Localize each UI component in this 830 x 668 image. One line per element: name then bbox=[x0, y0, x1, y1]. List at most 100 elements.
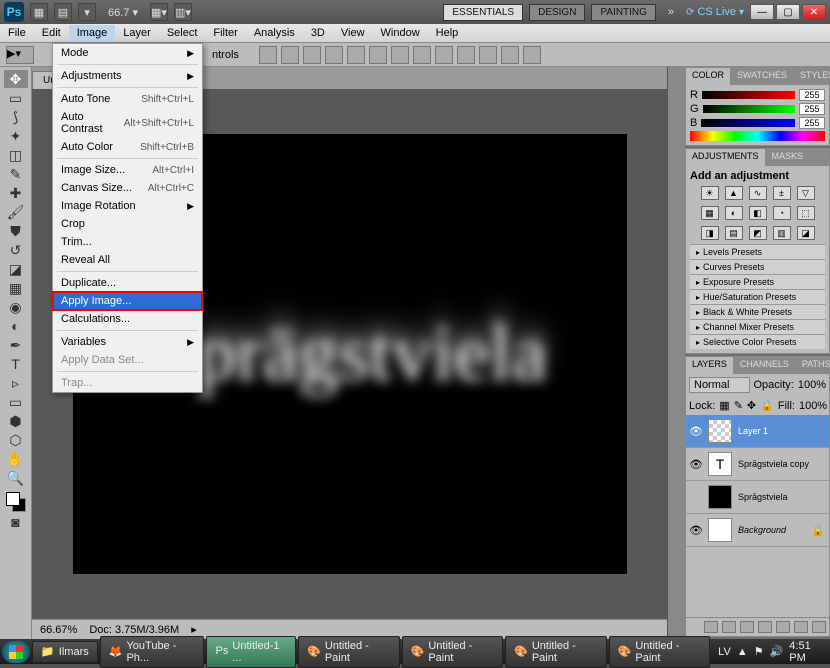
type-tool[interactable]: T bbox=[4, 355, 28, 373]
tab-layers[interactable]: LAYERS bbox=[686, 357, 734, 374]
tab-channels[interactable]: CHANNELS bbox=[734, 357, 796, 374]
status-arrow-icon[interactable]: ▸ bbox=[191, 623, 197, 636]
view-rulers-icon[interactable]: ▦▾ bbox=[150, 3, 168, 21]
menu-select[interactable]: Select bbox=[159, 25, 206, 41]
adj-photo-icon[interactable]: ◔ bbox=[773, 206, 791, 220]
align-top-icon[interactable] bbox=[325, 46, 343, 64]
menu-image-size[interactable]: Image Size...Alt+Ctrl+I bbox=[53, 161, 202, 179]
zoom-level[interactable]: 66.7 ▾ bbox=[102, 6, 144, 19]
opacity-value[interactable]: 100% bbox=[798, 379, 826, 391]
menu-duplicate[interactable]: Duplicate... bbox=[53, 274, 202, 292]
align-bottom-icon[interactable] bbox=[369, 46, 387, 64]
preset-exposure[interactable]: Exposure Presets bbox=[690, 274, 825, 289]
close-button[interactable]: ✕ bbox=[802, 4, 826, 20]
quickmask-tool[interactable]: ◙ bbox=[4, 513, 28, 531]
r-value[interactable]: 255 bbox=[799, 89, 825, 101]
mask-icon[interactable] bbox=[740, 621, 754, 633]
visibility-icon[interactable] bbox=[690, 491, 702, 503]
adj-vibrance-icon[interactable]: ▽ bbox=[797, 186, 815, 200]
layer-name[interactable]: Background bbox=[738, 525, 786, 535]
distribute-icon[interactable] bbox=[391, 46, 409, 64]
adj-invert-icon[interactable]: ◨ bbox=[701, 226, 719, 240]
tool-preset-icon[interactable]: ▶▾ bbox=[6, 46, 34, 64]
screen-mode-icon[interactable]: ▥▾ bbox=[174, 3, 192, 21]
workspace-painting[interactable]: PAINTING bbox=[591, 4, 655, 21]
3d-cam-tool[interactable]: ⬡ bbox=[4, 431, 28, 449]
mini-bridge-icon[interactable]: ▤ bbox=[54, 3, 72, 21]
shape-tool[interactable]: ▭ bbox=[4, 393, 28, 411]
menu-analysis[interactable]: Analysis bbox=[246, 25, 303, 41]
align-left-icon[interactable] bbox=[259, 46, 277, 64]
adj-exposure-icon[interactable]: ± bbox=[773, 186, 791, 200]
layer-thumbnail[interactable]: T bbox=[708, 452, 732, 476]
trash-icon[interactable] bbox=[812, 621, 826, 633]
preset-curves[interactable]: Curves Presets bbox=[690, 259, 825, 274]
3d-tool[interactable]: ⬢ bbox=[4, 412, 28, 430]
menu-mode[interactable]: Mode▶ bbox=[53, 44, 202, 62]
lock-brush-icon[interactable]: ✎ bbox=[734, 399, 743, 412]
menu-crop[interactable]: Crop bbox=[53, 215, 202, 233]
adj-curves-icon[interactable]: ∿ bbox=[749, 186, 767, 200]
menu-layer[interactable]: Layer bbox=[115, 25, 159, 41]
menu-adjustments[interactable]: Adjustments▶ bbox=[53, 67, 202, 85]
b-value[interactable]: 255 bbox=[799, 117, 825, 129]
menu-reveal-all[interactable]: Reveal All bbox=[53, 251, 202, 269]
maximize-button[interactable]: ▢ bbox=[776, 4, 800, 20]
eyedropper-tool[interactable]: ✎ bbox=[4, 165, 28, 183]
tab-styles[interactable]: STYLES bbox=[794, 68, 830, 85]
adj-mixer-icon[interactable]: ⬚ bbox=[797, 206, 815, 220]
lasso-tool[interactable]: ⟆ bbox=[4, 108, 28, 126]
menu-calculations[interactable]: Calculations... bbox=[53, 310, 202, 328]
tray-lang[interactable]: LV bbox=[718, 646, 731, 658]
tray-time[interactable]: 4:51 PM bbox=[789, 640, 822, 664]
taskbar-item[interactable]: PsUntitled-1 ... bbox=[206, 636, 296, 668]
tray-flag-icon[interactable]: ⚑ bbox=[754, 645, 764, 658]
align-hcenter-icon[interactable] bbox=[281, 46, 299, 64]
menu-canvas-size[interactable]: Canvas Size...Alt+Ctrl+C bbox=[53, 179, 202, 197]
adj-selective-icon[interactable]: ◪ bbox=[797, 226, 815, 240]
color-swatches[interactable] bbox=[6, 492, 26, 512]
fill-value[interactable]: 100% bbox=[799, 400, 827, 412]
adj-balance-icon[interactable]: ◐ bbox=[725, 206, 743, 220]
workspace-more-icon[interactable]: » bbox=[662, 6, 680, 18]
layer-row[interactable]: 👁 Layer 1 bbox=[686, 415, 829, 448]
bridge-icon[interactable]: ▦ bbox=[30, 3, 48, 21]
visibility-icon[interactable]: 👁 bbox=[690, 425, 702, 437]
tab-masks[interactable]: MASKS bbox=[766, 149, 811, 166]
layer-name[interactable]: Sprāgstviela copy bbox=[738, 459, 809, 469]
taskbar-item[interactable]: 🎨Untitled - Paint bbox=[298, 636, 400, 668]
layer-row[interactable]: 👁 Background 🔒 bbox=[686, 514, 829, 547]
r-slider[interactable] bbox=[702, 91, 795, 99]
g-slider[interactable] bbox=[703, 105, 795, 113]
adj-bw-icon[interactable]: ◧ bbox=[749, 206, 767, 220]
tab-adjustments[interactable]: ADJUSTMENTS bbox=[686, 149, 766, 166]
menu-3d[interactable]: 3D bbox=[303, 25, 333, 41]
lock-trans-icon[interactable]: ▦ bbox=[719, 399, 729, 412]
status-doc[interactable]: Doc: 3.75M/3.96M bbox=[89, 624, 179, 636]
marquee-tool[interactable]: ▭ bbox=[4, 89, 28, 107]
gradient-tool[interactable]: ▦ bbox=[4, 279, 28, 297]
distribute-icon[interactable] bbox=[413, 46, 431, 64]
heal-tool[interactable]: ✚ bbox=[4, 184, 28, 202]
distribute-icon[interactable] bbox=[435, 46, 453, 64]
dodge-tool[interactable]: ◐ bbox=[4, 317, 28, 335]
menu-help[interactable]: Help bbox=[428, 25, 467, 41]
layer-row[interactable]: Sprāgstviela bbox=[686, 481, 829, 514]
tab-paths[interactable]: PATHS bbox=[796, 357, 830, 374]
visibility-icon[interactable]: 👁 bbox=[690, 524, 702, 536]
new-layer-icon[interactable] bbox=[794, 621, 808, 633]
zoom-tool[interactable]: 🔍 bbox=[4, 469, 28, 487]
stamp-tool[interactable]: ⛊ bbox=[4, 222, 28, 240]
distribute-icon[interactable] bbox=[479, 46, 497, 64]
menu-auto-tone[interactable]: Auto ToneShift+Ctrl+L bbox=[53, 90, 202, 108]
collapsed-panel-strip[interactable] bbox=[667, 67, 685, 639]
adj-gradient-icon[interactable]: ▥ bbox=[773, 226, 791, 240]
preset-bw[interactable]: Black & White Presets bbox=[690, 304, 825, 319]
wand-tool[interactable]: ✦ bbox=[4, 127, 28, 145]
menu-auto-contrast[interactable]: Auto ContrastAlt+Shift+Ctrl+L bbox=[53, 108, 202, 138]
minimize-button[interactable]: — bbox=[750, 4, 774, 20]
tray-up-icon[interactable]: ▲ bbox=[737, 646, 748, 658]
workspace-essentials[interactable]: ESSENTIALS bbox=[443, 4, 523, 21]
crop-tool[interactable]: ◫ bbox=[4, 146, 28, 164]
adj-brightness-icon[interactable]: ☀ bbox=[701, 186, 719, 200]
